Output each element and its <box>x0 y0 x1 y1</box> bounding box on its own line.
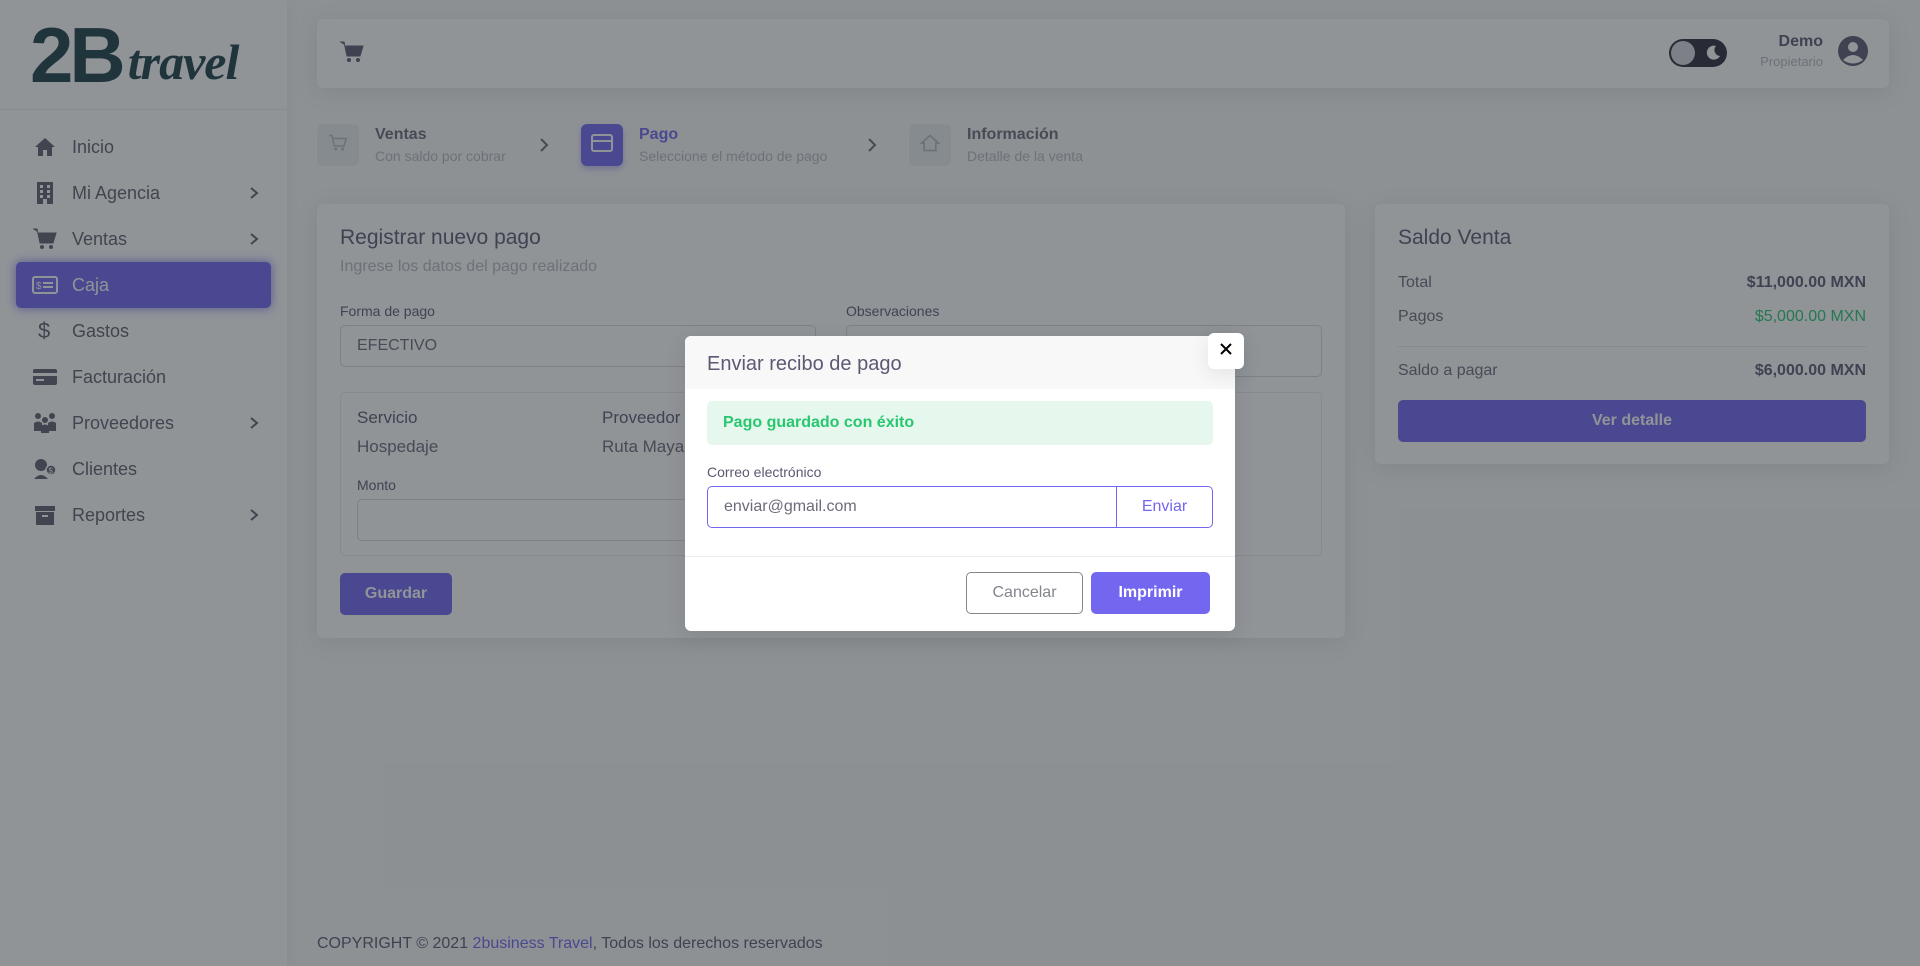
print-button[interactable]: Imprimir <box>1091 572 1210 614</box>
close-button[interactable] <box>1208 333 1244 369</box>
cancel-button[interactable]: Cancelar <box>966 572 1083 614</box>
modal-divider <box>685 556 1235 557</box>
email-input[interactable] <box>708 487 1116 527</box>
modal-header: Enviar recibo de pago <box>685 336 1235 389</box>
send-receipt-modal: Enviar recibo de pago Pago guardado con … <box>685 333 1244 631</box>
close-icon <box>1219 342 1233 361</box>
success-alert: Pago guardado con éxito <box>707 401 1213 445</box>
modal-title: Enviar recibo de pago <box>707 353 902 375</box>
email-input-group: Enviar <box>707 486 1213 528</box>
send-button[interactable]: Enviar <box>1116 487 1212 527</box>
email-label: Correo electrónico <box>707 464 822 480</box>
